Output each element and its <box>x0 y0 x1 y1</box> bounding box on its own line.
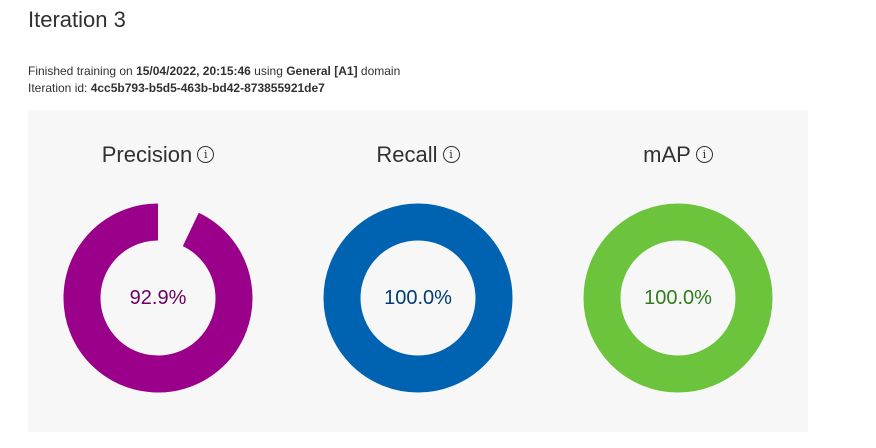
training-prefix: Finished training on <box>28 64 137 78</box>
info-icon[interactable]: i <box>695 145 713 163</box>
info-icon[interactable]: i <box>442 145 460 163</box>
metric-header-map: mAP i <box>548 140 808 170</box>
info-icon[interactable]: i <box>197 145 215 163</box>
metric-label-recall: Recall <box>376 142 438 167</box>
metric-precision: Precision i 92.9% <box>28 110 288 432</box>
metric-value-map: 100.0% <box>644 287 712 309</box>
iteration-id-label: Iteration id: <box>28 81 91 95</box>
metric-label-map: mAP <box>643 142 691 167</box>
training-datetime: 15/04/2022, 20:15:46 <box>136 64 251 78</box>
iteration-page: Iteration 3 Finished training on 15/04/2… <box>0 0 876 448</box>
iteration-id-value: 4cc5b793-b5d5-463b-bd42-873855921de7 <box>90 81 325 95</box>
metric-label-precision: Precision <box>101 142 193 167</box>
metrics-panel: Precisioni 92.9% Recalli 100.0% mAPi <box>28 110 808 432</box>
metric-value-precision: 92.9% <box>129 287 187 309</box>
iteration-id-row: Iteration id: 4cc5b793-b5d5-463b-bd42-87… <box>28 80 400 97</box>
metric-recall: Recall i 100.0% <box>288 110 548 432</box>
page-title: Iteration 3 <box>28 7 126 32</box>
training-domain: General [A1] <box>286 64 358 78</box>
training-suffix: domain <box>357 64 401 78</box>
metric-value-recall: 100.0% <box>384 287 452 309</box>
metric-header-precision: Precision i <box>28 140 288 170</box>
training-info: Finished training on 15/04/2022, 20:15:4… <box>28 63 400 80</box>
iteration-meta: Finished training on 15/04/2022, 20:15:4… <box>28 63 400 97</box>
metric-map: mAP i 100.0% <box>548 110 808 432</box>
metric-header-recall: Recall i <box>288 140 548 170</box>
training-middle: using <box>250 64 287 78</box>
